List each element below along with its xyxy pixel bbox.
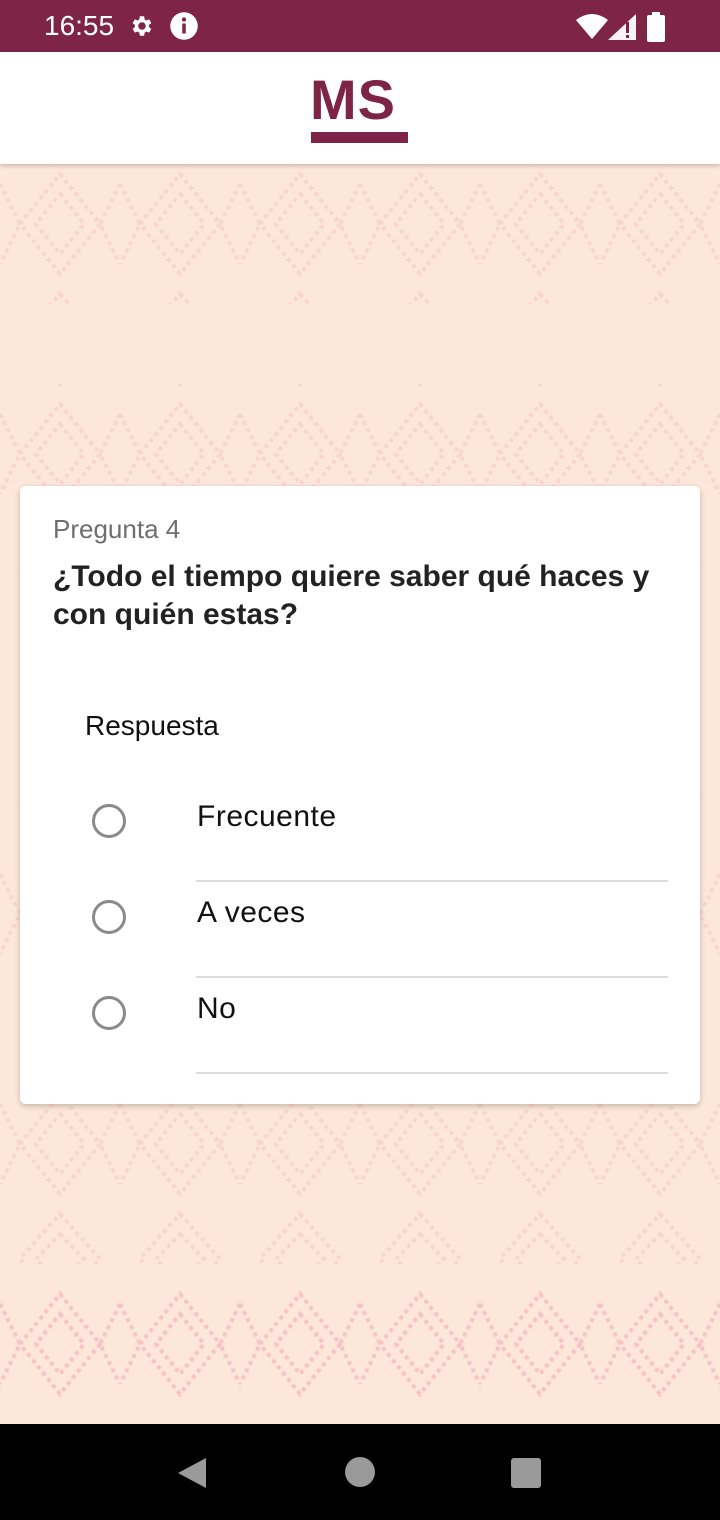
radio-button[interactable] xyxy=(92,996,126,1030)
radio-button[interactable] xyxy=(92,804,126,838)
option-a-veces[interactable]: A veces xyxy=(80,882,680,978)
app-header: MS xyxy=(0,52,720,164)
option-label: Frecuente xyxy=(197,800,337,833)
settings-icon xyxy=(128,13,154,39)
logo-text: MS xyxy=(310,68,396,131)
logo-underline xyxy=(311,132,408,143)
answer-label: Respuesta xyxy=(85,710,219,741)
option-divider xyxy=(196,1072,668,1074)
recents-icon[interactable] xyxy=(510,1457,542,1494)
option-no[interactable]: No xyxy=(80,978,680,1074)
navigation-bar xyxy=(0,1424,720,1520)
status-time: 16:55 xyxy=(44,10,115,41)
status-bar: 16:55 xyxy=(0,0,720,52)
home-icon[interactable] xyxy=(344,1456,376,1493)
question-number: Pregunta 4 xyxy=(53,514,181,544)
question-card: Pregunta 4 ¿Todo el tiempo quiere saber … xyxy=(20,486,700,1104)
radio-button[interactable] xyxy=(92,900,126,934)
info-icon xyxy=(169,11,199,41)
wifi-icon xyxy=(576,14,608,40)
ms-logo: MS xyxy=(310,68,410,146)
back-icon[interactable] xyxy=(176,1456,208,1495)
battery-icon xyxy=(646,12,666,42)
option-label: No xyxy=(197,992,237,1025)
option-frecuente[interactable]: Frecuente xyxy=(80,786,680,882)
question-text: ¿Todo el tiempo quiere saber qué haces y… xyxy=(53,560,650,631)
option-label: A veces xyxy=(197,896,306,929)
signal-icon xyxy=(608,14,636,40)
